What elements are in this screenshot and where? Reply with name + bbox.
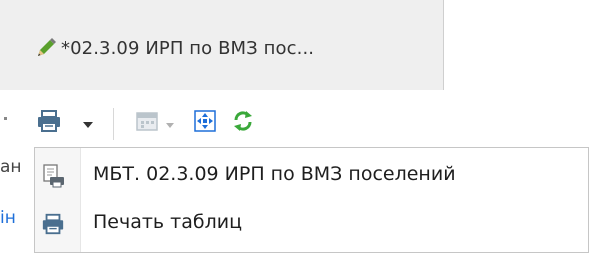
refresh-button[interactable]: [228, 108, 258, 138]
calendar-button[interactable]: [132, 108, 162, 138]
refresh-icon: [231, 109, 255, 137]
printer-icon: [41, 212, 65, 236]
background-text: ан: [0, 157, 22, 177]
menu-item-label: МБТ. 02.3.09 ИРП по ВМЗ поселений: [93, 163, 456, 185]
background-text: ін: [0, 208, 16, 228]
report-printer-icon: [41, 164, 65, 188]
document-tab[interactable]: *02.3.09 ИРП по ВМЗ пос...: [0, 0, 444, 90]
menu-item-report[interactable]: МБТ. 02.3.09 ИРП по ВМЗ поселений: [35, 152, 588, 200]
toolbar-separator: [113, 108, 114, 140]
pencil-icon: [35, 37, 57, 59]
toolbar-grip: [4, 117, 7, 120]
tab-title: *02.3.09 ИРП по ВМЗ пос...: [61, 38, 315, 59]
move-arrows-icon: [194, 110, 216, 136]
print-dropdown-button[interactable]: [80, 112, 96, 132]
menu-item-print-tables[interactable]: Печать таблиц: [35, 200, 588, 248]
calendar-dropdown-button[interactable]: [164, 112, 176, 132]
caret-down-icon: [166, 113, 174, 132]
caret-down-icon: [83, 113, 93, 132]
menu-item-label: Печать таблиц: [93, 211, 243, 233]
navigate-button[interactable]: [190, 108, 220, 138]
tab-strip: *02.3.09 ИРП по ВМЗ пос...: [0, 0, 589, 96]
print-button[interactable]: [32, 108, 66, 138]
print-dropdown-menu: МБТ. 02.3.09 ИРП по ВМЗ поселений Печать…: [34, 147, 589, 253]
printer-icon: [36, 109, 62, 137]
calendar-icon: [135, 109, 159, 137]
